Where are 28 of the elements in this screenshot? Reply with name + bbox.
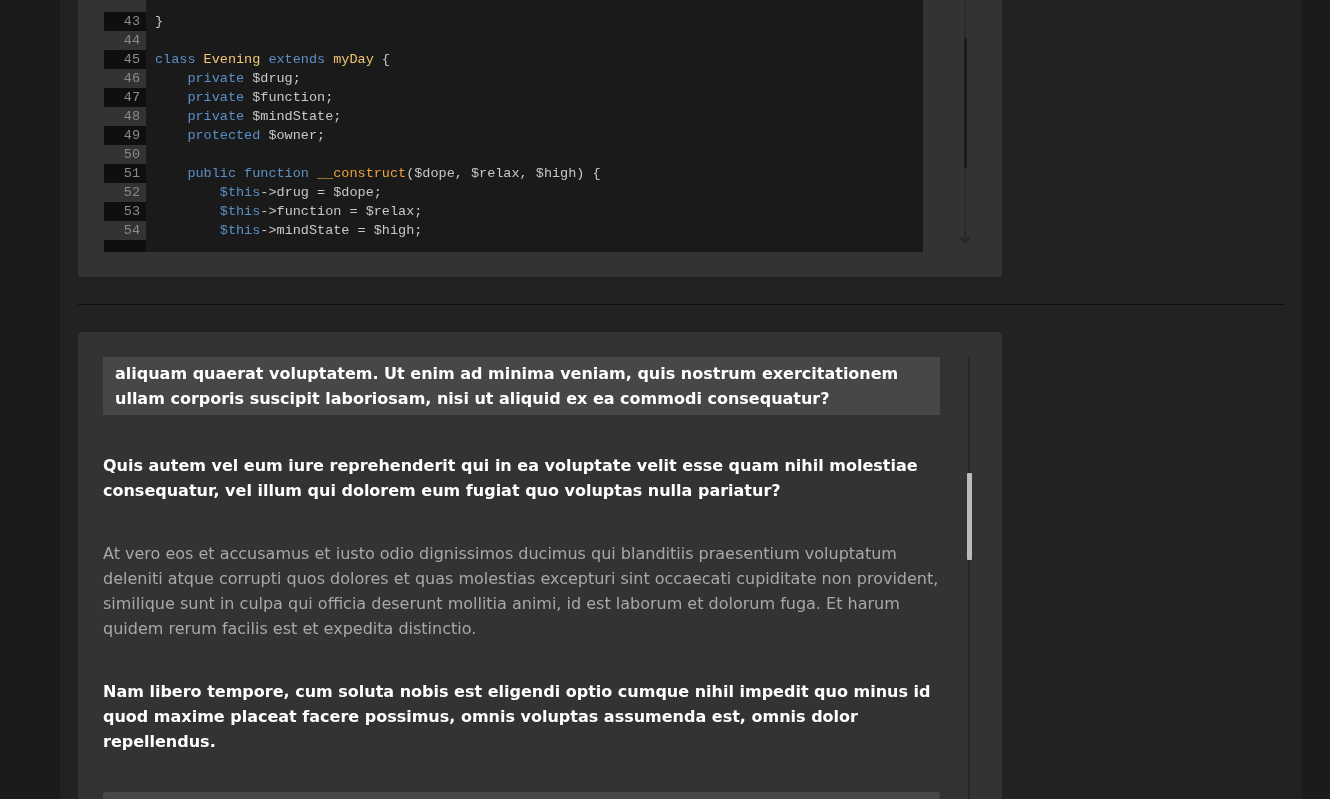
- code-line: private $function;: [186, 89, 334, 107]
- line-number: 48: [104, 107, 146, 126]
- line-number: 54: [104, 221, 146, 240]
- line-number: 44: [104, 31, 146, 50]
- line-number: 51: [104, 164, 146, 183]
- scrollbar[interactable]: [966, 357, 972, 799]
- code-line: $this->function = $relax;: [218, 203, 423, 221]
- quote-block: aliquam quaerat voluptatem. Ut enim ad minima veniam, quis nostrum exercitationem ullam corporis suscipit laboriosam, nisi ut aliquid ex ea commodi consequatur?: [103, 357, 940, 415]
- paragraph: Nam libero tempore, cum soluta nobis est eligendi optio cumque nihil impedit quo minus id quod maxime placeat facere possimus, omnis voluptas assumenda est, omnis dolor repellendus.: [103, 681, 932, 753]
- code-line: $this->drug = $dope;: [218, 184, 382, 202]
- line-number: 49: [104, 126, 146, 145]
- line-number: 47: [104, 88, 146, 107]
- line-number: 52: [104, 183, 146, 202]
- line-number: 50: [104, 145, 146, 164]
- code-line: public function __construct($dope, $relax, $high) {: [186, 165, 601, 183]
- line-number: 43: [104, 12, 146, 31]
- paragraph: At vero eos et accusamus et iusto odio dignissimos ducimus qui blanditiis praesentium voluptatum deleniti atque corrupti quos dolores et quas molestias excepturi sint occaecati cupiditate non provident, similique sunt in culpa qui officia deserunt mollitia animi, id est laborum et dolorum fuga. Et harum quidem rerum facilis est et expedita distinctio.: [103, 543, 940, 640]
- code-line: $this->mindState = $high;: [218, 222, 423, 240]
- line-number: 46: [104, 69, 146, 88]
- scrollbar-thumb[interactable]: [966, 473, 972, 560]
- code-line: private $mindState;: [186, 108, 342, 126]
- code-line: protected $owner;: [186, 127, 326, 145]
- line-number: 53: [104, 202, 146, 221]
- line-number: 45: [104, 50, 146, 69]
- code-line: private $drug;: [186, 70, 301, 88]
- code-line: class Evening extends myDay {: [154, 51, 390, 69]
- paragraph: Quis autem vel eum iure reprehenderit qui in ea voluptate velit esse quam nihil molestiae consequatur, vel illum qui dolorem eum fugiat quo voluptas nulla pariatur?: [103, 455, 919, 502]
- code-line: }: [154, 13, 164, 31]
